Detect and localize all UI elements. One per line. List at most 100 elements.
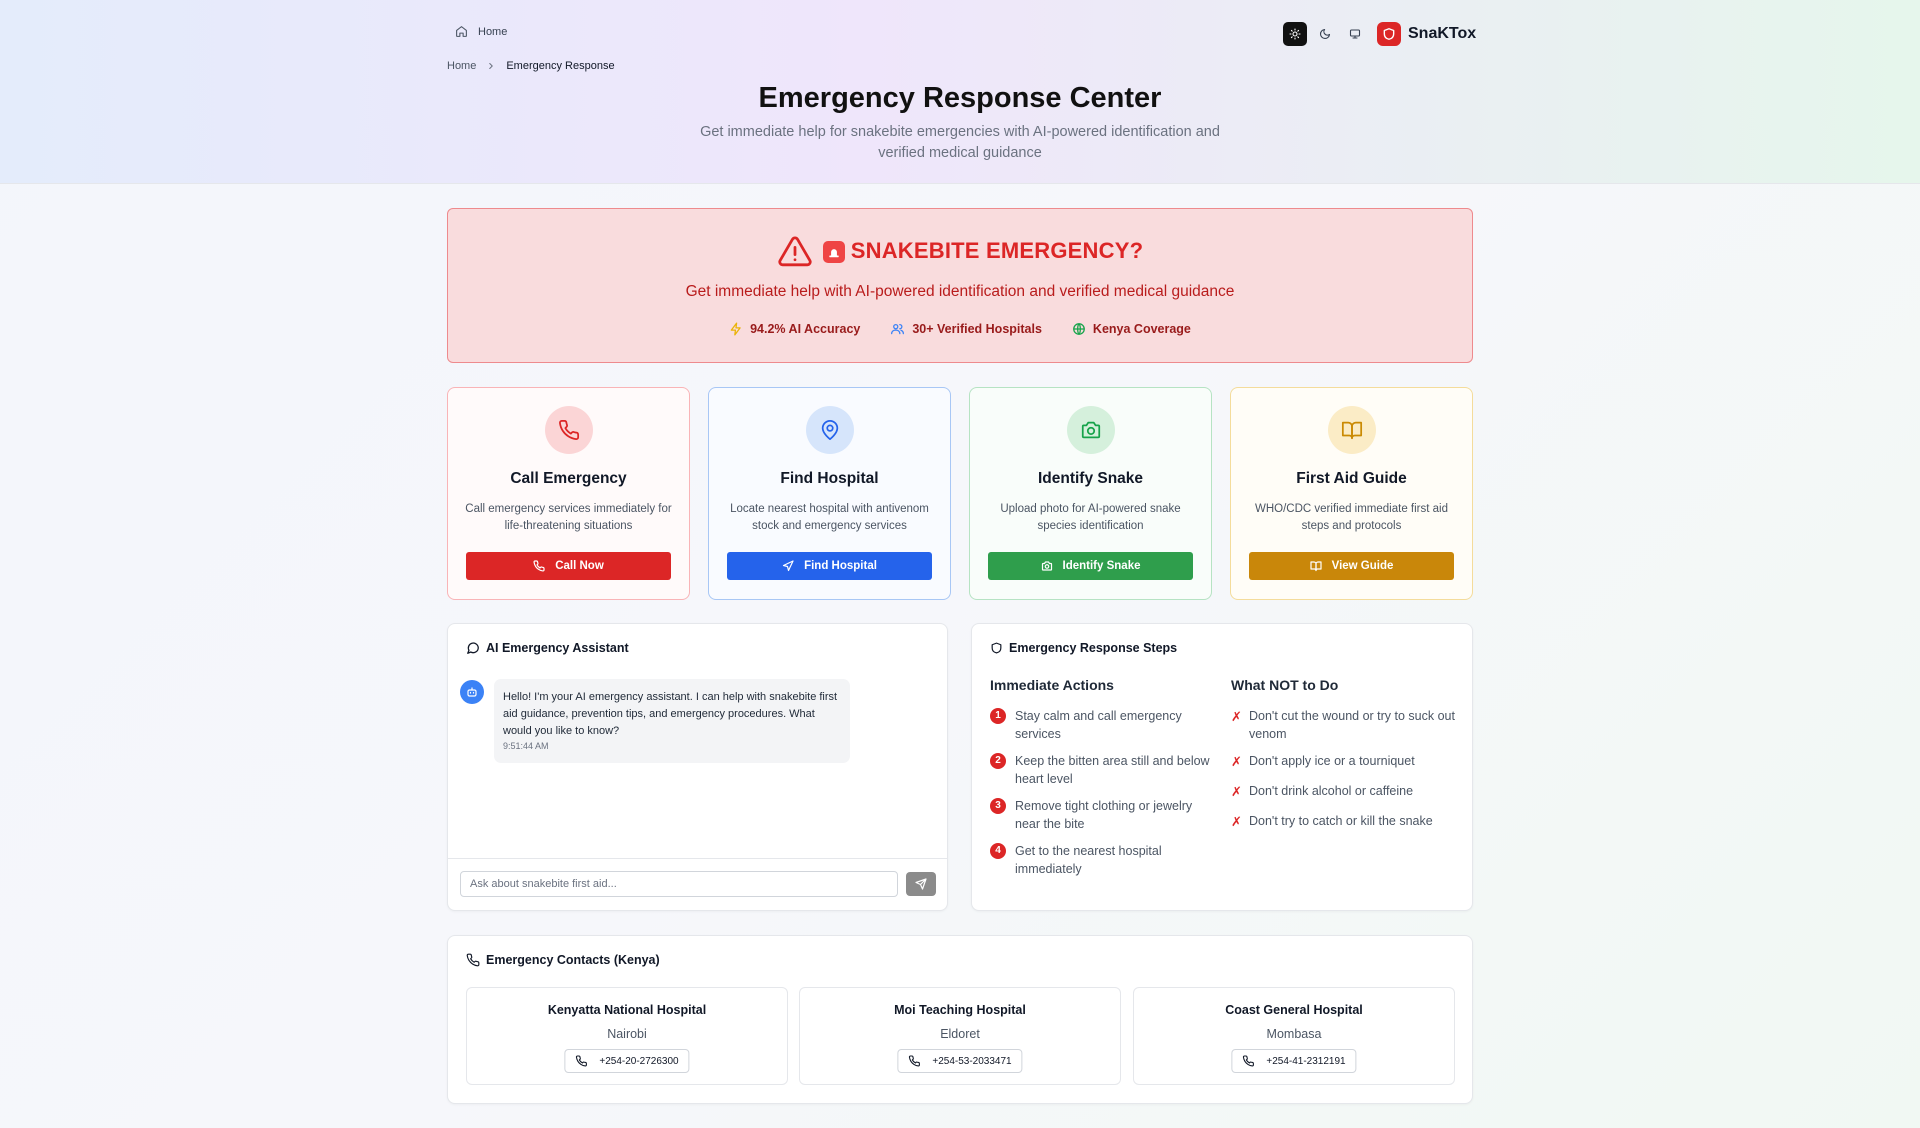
dont-item: ✗ Don't cut the wound or try to suck out… <box>1231 707 1455 743</box>
chevron-right-icon <box>486 61 496 71</box>
emergency-alert-banner: SNAKEBITE EMERGENCY? Get immediate help … <box>447 208 1473 363</box>
phone-icon <box>544 406 593 454</box>
alert-stats: 94.2% AI Accuracy 30+ Verified Hospitals… <box>448 322 1472 336</box>
hospital-phone-button[interactable]: +254-41-2312191 <box>1231 1049 1357 1073</box>
identify-snake-button[interactable]: Identify Snake <box>988 552 1193 580</box>
navigation-arrow-icon <box>782 560 794 572</box>
immediate-step: 4 Get to the nearest hospital immediatel… <box>990 842 1212 878</box>
card-title: Identify Snake <box>1037 470 1144 487</box>
card-description: WHO/CDC verified immediate first aid ste… <box>1255 503 1448 532</box>
dont-item: ✗ Don't apply ice or a tourniquet <box>1231 752 1455 771</box>
chat-divider <box>448 858 947 859</box>
hospital-phone: +254-41-2312191 <box>1266 1055 1346 1067</box>
view-guide-button[interactable]: View Guide <box>1249 552 1454 580</box>
sun-icon <box>1289 28 1301 40</box>
dark-theme-button[interactable] <box>1313 22 1337 46</box>
bot-icon <box>466 686 478 698</box>
book-icon <box>1327 406 1376 454</box>
book-icon <box>1310 560 1322 572</box>
step-number-badge: 4 <box>990 843 1006 859</box>
dont-text: Don't try to catch or kill the snake <box>1249 814 1433 828</box>
stat-label: 30+ Verified Hospitals <box>912 322 1042 336</box>
immediate-step: 2 Keep the bitten area still and below h… <box>990 752 1220 788</box>
warning-triangle-icon <box>777 235 813 267</box>
camera-icon <box>1041 560 1053 572</box>
phone-icon <box>575 1055 587 1067</box>
step-text: Stay calm and call emergency services <box>1015 709 1182 741</box>
stat-ai-accuracy: 94.2% AI Accuracy <box>729 322 860 336</box>
button-label: View Guide <box>1331 560 1394 572</box>
first-aid-guide-card: First Aid Guide WHO/CDC verified immedia… <box>1230 387 1473 600</box>
send-button[interactable] <box>906 872 936 896</box>
x-mark-icon: ✗ <box>1231 754 1242 769</box>
moon-icon <box>1319 28 1331 40</box>
map-pin-icon <box>805 406 854 454</box>
stat-verified-hospitals: 30+ Verified Hospitals <box>890 322 1042 336</box>
theme-toggle-group <box>1283 22 1367 46</box>
message-text: Hello! I'm your AI emergency assistant. … <box>503 691 838 737</box>
card-description: Upload photo for AI-powered snake specie… <box>1000 503 1181 532</box>
home-icon <box>455 25 468 38</box>
button-label: Find Hospital <box>804 560 877 572</box>
stat-label: 94.2% AI Accuracy <box>750 322 861 336</box>
panel-header: AI Emergency Assistant <box>466 641 629 655</box>
hospital-card: Kenyatta National Hospital Nairobi +254-… <box>466 987 788 1085</box>
card-title: Call Emergency <box>510 470 627 487</box>
step-number-badge: 2 <box>990 753 1006 769</box>
lightning-icon <box>729 322 743 336</box>
button-label: Call Now <box>555 560 604 572</box>
stat-label: Kenya Coverage <box>1092 322 1191 336</box>
assistant-message: Hello! I'm your AI emergency assistant. … <box>494 679 850 763</box>
hospital-phone-button[interactable]: +254-20-2726300 <box>564 1049 690 1073</box>
light-theme-button[interactable] <box>1283 22 1307 46</box>
home-nav-label: Home <box>478 25 508 38</box>
system-theme-button[interactable] <box>1343 22 1367 46</box>
hero-header: Home SnaKTox Home Emergency Response Eme… <box>0 0 1920 184</box>
step-number-badge: 1 <box>990 708 1006 724</box>
button-label: Identify Snake <box>1062 560 1141 572</box>
shield-logo-icon <box>1377 22 1401 46</box>
hospital-city: Mombasa <box>1266 1027 1322 1041</box>
find-hospital-button[interactable]: Find Hospital <box>727 552 932 580</box>
message-circle-icon <box>466 641 480 655</box>
x-mark-icon: ✗ <box>1231 709 1242 724</box>
top-nav: Home SnaKTox <box>447 22 1476 46</box>
identify-snake-card: Identify Snake Upload photo for AI-power… <box>969 387 1212 600</box>
what-not-to-do-title: What NOT to Do <box>1231 677 1339 693</box>
call-emergency-card: Call Emergency Call emergency services i… <box>447 387 690 600</box>
send-icon <box>915 878 927 890</box>
panel-title: Emergency Response Steps <box>1009 641 1178 655</box>
step-text: Get to the nearest hospital immediately <box>1015 844 1162 876</box>
card-title: First Aid Guide <box>1296 470 1407 487</box>
hospital-phone: +254-53-2033471 <box>932 1055 1012 1067</box>
alert-title: SNAKEBITE EMERGENCY? <box>822 238 1144 264</box>
find-hospital-card: Find Hospital Locate nearest hospital wi… <box>708 387 951 600</box>
siren-icon <box>822 241 845 264</box>
breadcrumb-home[interactable]: Home <box>447 60 476 72</box>
emergency-contacts-panel: Emergency Contacts (Kenya) Kenyatta Nati… <box>447 935 1473 1104</box>
globe-icon <box>1072 322 1086 336</box>
dont-text: Don't cut the wound or try to suck out v… <box>1249 709 1455 741</box>
immediate-step: 3 Remove tight clothing or jewelry near … <box>990 797 1212 833</box>
brand-name: SnaKTox <box>1408 25 1477 42</box>
chat-input[interactable] <box>460 871 898 897</box>
dont-item: ✗ Don't drink alcohol or caffeine <box>1231 782 1455 801</box>
stat-coverage: Kenya Coverage <box>1072 322 1191 336</box>
home-nav-link[interactable]: Home <box>455 25 507 38</box>
page-title: Emergency Response Center <box>758 82 1162 114</box>
monitor-icon <box>1349 28 1361 40</box>
card-title: Find Hospital <box>780 470 879 487</box>
hospital-card: Moi Teaching Hospital Eldoret +254-53-20… <box>799 987 1121 1085</box>
brand[interactable]: SnaKTox <box>1377 22 1476 46</box>
dont-item: ✗ Don't try to catch or kill the snake <box>1231 812 1455 831</box>
users-icon <box>890 322 905 336</box>
breadcrumb: Home Emergency Response <box>447 60 615 72</box>
step-number-badge: 3 <box>990 798 1006 814</box>
call-now-button[interactable]: Call Now <box>466 552 671 580</box>
hospital-name: Coast General Hospital <box>1225 1003 1363 1017</box>
quick-actions: Call Emergency Call emergency services i… <box>447 387 1473 600</box>
breadcrumb-current: Emergency Response <box>506 60 615 72</box>
panel-title: Emergency Contacts (Kenya) <box>486 953 660 967</box>
alert-title-text: SNAKEBITE EMERGENCY? <box>850 238 1144 263</box>
hospital-phone-button[interactable]: +254-53-2033471 <box>897 1049 1023 1073</box>
